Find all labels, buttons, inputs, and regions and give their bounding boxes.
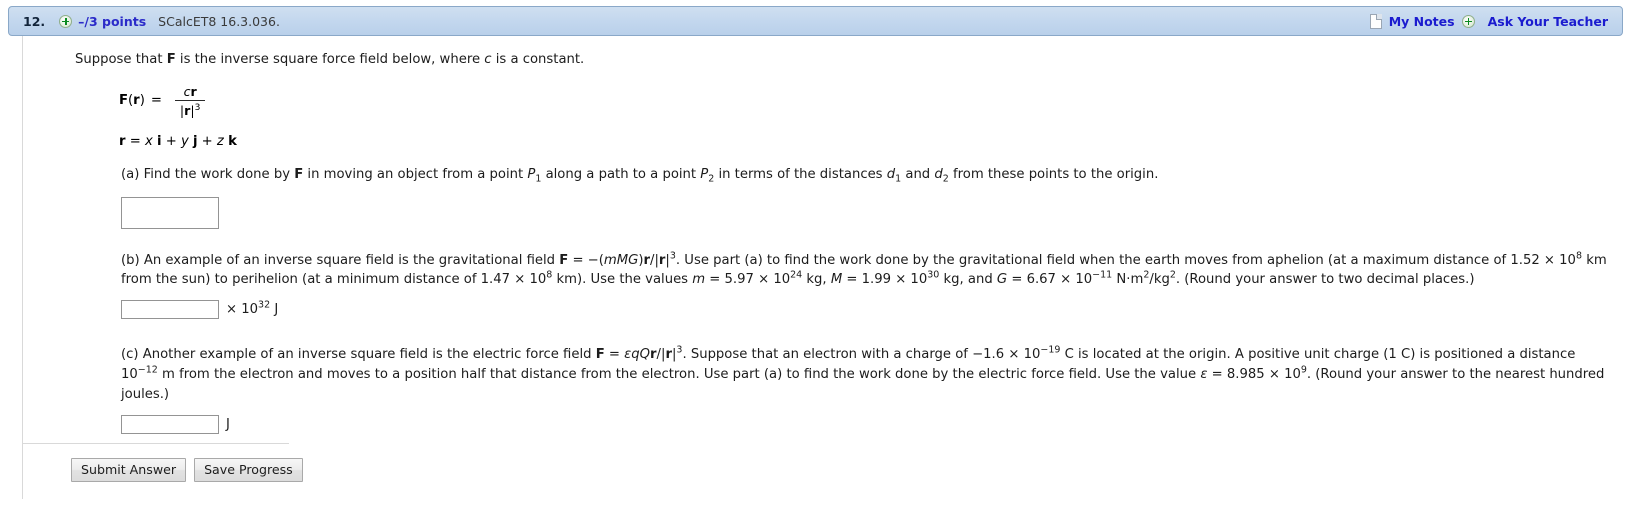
part-b-G-unit2: /kg <box>1149 272 1170 288</box>
rdef-plus-1: + <box>161 133 181 149</box>
fraction-numerator: cr <box>179 84 202 100</box>
part-c-label: (c) <box>121 347 143 363</box>
part-b-label: (b) <box>121 252 144 268</box>
ask-your-teacher-link[interactable]: Ask Your Teacher <box>1488 14 1608 29</box>
intro-pre: Suppose that <box>75 52 167 67</box>
fraction-denominator: |r|3 <box>174 99 206 118</box>
numerator-r: r <box>190 83 197 99</box>
part-c-t1: Another example of an inverse square fie… <box>142 347 596 363</box>
part-b-unit: × 1032 J <box>226 299 279 318</box>
part-a-answer-input[interactable] <box>121 196 219 229</box>
question-header-bar: 12. –/3 points SCalcET8 16.3.036. My Not… <box>8 6 1623 36</box>
part-b-val1: 1.52 × 10 <box>1510 252 1576 268</box>
part-b-M: M <box>830 272 843 288</box>
part-c-t4: m from the electron and moves to a posit… <box>157 366 1201 382</box>
part-b-answer-input[interactable] <box>121 300 219 320</box>
question-body: Suppose that F is the inverse square for… <box>22 36 1623 451</box>
part-a-d2: d <box>934 166 943 182</box>
part-c-eq: = <box>604 347 625 363</box>
part-a-t6: from these points to the origin. <box>948 166 1159 182</box>
header-actions: My Notes Ask Your Teacher <box>1369 13 1614 29</box>
intro-mid: is the inverse square force field below,… <box>175 52 485 67</box>
formula-paren-close: ) <box>139 93 145 109</box>
intro-vector-F: F <box>166 52 176 67</box>
part-c-dist-exp: −12 <box>137 364 158 376</box>
question-code: SCalcET8 16.3.036. <box>158 13 280 29</box>
part-a-t5: and <box>901 166 935 182</box>
note-page-icon[interactable] <box>1369 13 1382 29</box>
force-field-formula: F(r) = cr |r|3 <box>119 84 1623 118</box>
part-b-G-eq: = 6.67 × 10 <box>1007 272 1093 288</box>
part-b-M-exp: 30 <box>927 270 940 281</box>
part-c-answer-row: J <box>121 414 1623 434</box>
footer-button-row: Submit Answer Save Progress <box>71 458 303 482</box>
rdef-k: k <box>228 133 237 149</box>
part-b-t2: . Use part (a) to find the work done by … <box>675 252 1511 268</box>
part-c-unit: J <box>226 416 230 432</box>
part-a-answer-row <box>121 196 1623 229</box>
part-b-m-eq: = 5.97 × 10 <box>705 272 791 288</box>
part-a-d1: d <box>886 166 896 182</box>
rdef-y: y <box>180 133 189 149</box>
part-b-unit-exp: 32 <box>258 299 271 311</box>
part-c-t2: . Suppose that an electron with a charge… <box>682 347 1041 363</box>
part-a-text: (a) Find the work done by F in moving an… <box>121 165 1611 185</box>
points-label: –/3 points <box>78 13 147 29</box>
den-exponent: 3 <box>194 102 201 113</box>
part-b-t5: . (Round your answer to two decimal plac… <box>1175 272 1475 288</box>
part-a-t3: along a path to a point <box>541 166 701 182</box>
part-b-eq: = −( <box>568 252 604 268</box>
question-page: 12. –/3 points SCalcET8 16.3.036. My Not… <box>0 0 1631 515</box>
part-c-answer-input[interactable] <box>121 414 219 434</box>
question-intro: Suppose that F is the inverse square for… <box>75 50 1623 70</box>
rdef-x: x <box>144 133 153 149</box>
part-a-t1: Find the work done by <box>143 166 295 182</box>
part-b-unit-post: J <box>270 302 279 318</box>
part-c-vector-F: F <box>595 347 605 363</box>
ask-teacher-plus-icon[interactable] <box>1461 14 1475 28</box>
part-a-vector-F: F <box>294 166 304 182</box>
part-b-text: (b) An example of an inverse square fiel… <box>121 251 1611 291</box>
part-b-G: G <box>996 272 1008 288</box>
part-b-val2: 1.47 × 10 <box>480 272 547 288</box>
part-c-charge-exp: −19 <box>1040 344 1061 356</box>
question-footer: Submit Answer Save Progress <box>22 443 1623 499</box>
part-a-t2: in moving an object from a point <box>303 166 528 182</box>
rdef-plus-2: + <box>197 133 217 149</box>
part-a-t4: in terms of the distances <box>714 166 887 182</box>
save-progress-button[interactable]: Save Progress <box>194 458 303 482</box>
numerator-c: c <box>183 83 191 99</box>
part-b-vector-F: F <box>559 252 569 268</box>
part-c-text: (c) Another example of an inverse square… <box>121 345 1611 404</box>
part-b-G-unit: N·m <box>1112 272 1144 288</box>
part-b-t4: km). Use the values <box>552 272 693 288</box>
part-b-m: m <box>692 272 706 288</box>
r-definition: r = x i + y j + z k <box>119 134 1623 149</box>
plus-circle-icon[interactable] <box>59 14 73 28</box>
rdef-equals: = <box>125 133 145 149</box>
part-a-label: (a) <box>121 166 144 182</box>
footer-right-spacer <box>289 443 1623 500</box>
my-notes-link[interactable]: My Notes <box>1389 14 1455 29</box>
part-c-eps-eq: = 8.985 × 10 <box>1207 366 1301 382</box>
intro-post: is a constant. <box>491 52 585 67</box>
question-number: 12. <box>23 13 46 29</box>
submit-answer-button[interactable]: Submit Answer <box>71 458 187 482</box>
rdef-z: z <box>216 133 224 149</box>
formula-F: F <box>119 93 129 109</box>
intro-constant-c: c <box>484 52 492 67</box>
formula-equals: = <box>150 93 162 109</box>
part-b-m-exp: 24 <box>790 270 803 281</box>
formula-fraction: cr |r|3 <box>174 84 206 118</box>
part-b-answer-row: × 1032 J <box>121 299 1623 320</box>
part-b-mMG: mMG <box>603 252 639 268</box>
part-b-unit-pre: × 10 <box>226 302 259 318</box>
part-b-t1: An example of an inverse square field is… <box>143 252 560 268</box>
part-b-M-unit: kg, and <box>939 272 997 288</box>
part-c-epsqQ: εqQ <box>624 347 651 363</box>
part-b-M-eq: = 1.99 × 10 <box>842 272 928 288</box>
part-b-m-unit: kg, <box>802 272 831 288</box>
part-b-slash: /| <box>650 252 659 268</box>
part-b-G-exp: −11 <box>1092 270 1113 281</box>
